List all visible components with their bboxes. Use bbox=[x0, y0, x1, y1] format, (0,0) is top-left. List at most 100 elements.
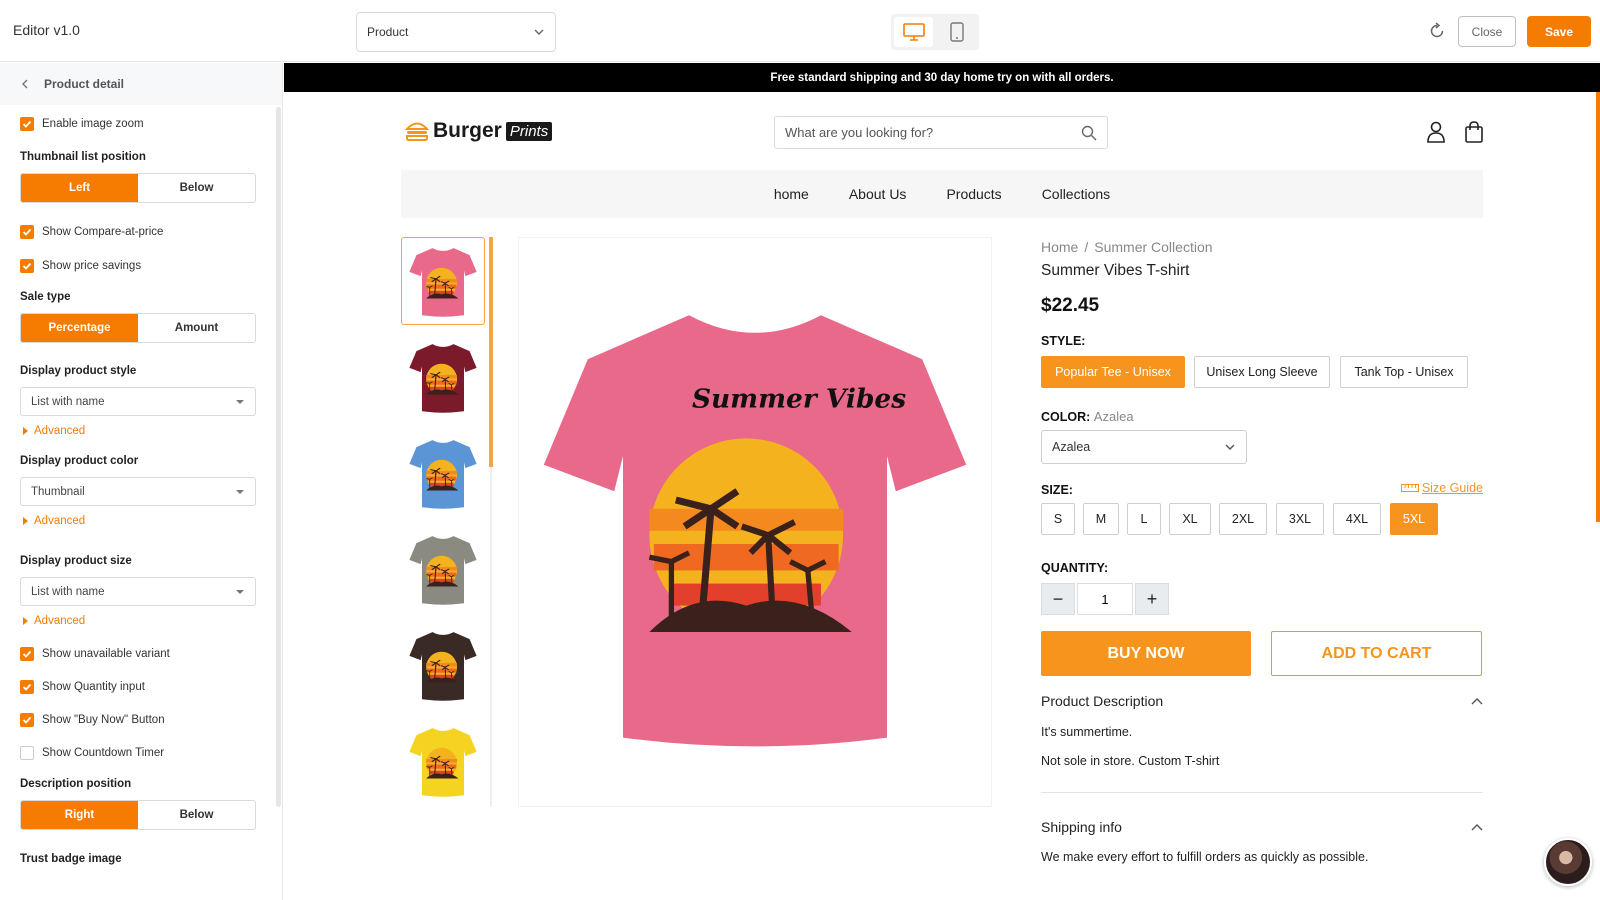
product-thumbnail[interactable] bbox=[401, 237, 485, 325]
show-quantity-input-option[interactable]: Show Quantity input bbox=[20, 680, 145, 694]
show-buy-now-checkbox[interactable] bbox=[20, 713, 34, 727]
mobile-view-button[interactable] bbox=[937, 17, 976, 47]
style-option-popular-tee[interactable]: Popular Tee - Unisex bbox=[1041, 356, 1185, 388]
mobile-icon bbox=[949, 22, 964, 42]
display-style-dropdown[interactable]: List with name bbox=[20, 387, 256, 416]
caret-down-icon bbox=[236, 489, 244, 494]
show-quantity-input-checkbox[interactable] bbox=[20, 680, 34, 694]
page-type-select[interactable]: Product bbox=[356, 12, 556, 52]
breadcrumb-home[interactable]: Home bbox=[1041, 239, 1078, 255]
buy-now-button[interactable]: BUY NOW bbox=[1041, 631, 1251, 676]
product-thumbnail[interactable] bbox=[401, 333, 485, 421]
size-option-xl[interactable]: XL bbox=[1169, 503, 1211, 535]
display-size-value: List with name bbox=[31, 585, 105, 598]
show-countdown-timer-checkbox[interactable] bbox=[20, 746, 34, 760]
show-compare-price-checkbox[interactable] bbox=[20, 225, 34, 239]
size-option-3xl[interactable]: 3XL bbox=[1276, 503, 1324, 535]
burger-logo-icon bbox=[405, 122, 429, 141]
show-price-savings-checkbox[interactable] bbox=[20, 259, 34, 273]
shipping-accordion-header[interactable]: Shipping info bbox=[1041, 819, 1483, 835]
brand-tag: Prints bbox=[505, 121, 553, 141]
shirt-graphic-shape bbox=[671, 583, 821, 606]
trust-badge-label: Trust badge image bbox=[20, 853, 122, 865]
store-logo[interactable]: Burger Prints bbox=[405, 119, 553, 143]
editor-topbar: Editor v1.0 Product Close Save bbox=[0, 0, 1600, 62]
main-product-image[interactable]: Summer Vibes bbox=[518, 237, 992, 807]
quantity-input[interactable] bbox=[1077, 583, 1133, 615]
show-buy-now-option[interactable]: Show "Buy Now" Button bbox=[20, 713, 165, 727]
show-price-savings-option[interactable]: Show price savings bbox=[20, 259, 141, 273]
display-color-dropdown[interactable]: Thumbnail bbox=[20, 477, 256, 506]
reset-button[interactable] bbox=[1424, 18, 1450, 44]
show-compare-price-option[interactable]: Show Compare-at-price bbox=[20, 225, 163, 239]
size-option-l[interactable]: L bbox=[1127, 503, 1161, 535]
color-selected-value: Azalea bbox=[1093, 409, 1134, 424]
size-option-s[interactable]: S bbox=[1041, 503, 1075, 535]
shipping-title: Shipping info bbox=[1041, 819, 1122, 835]
sale-type-amount[interactable]: Amount bbox=[138, 314, 255, 342]
display-size-dropdown[interactable]: List with name bbox=[20, 577, 256, 606]
quantity-increase-button[interactable]: + bbox=[1135, 583, 1169, 615]
product-title: Summer Vibes T-shirt bbox=[1041, 262, 1190, 279]
show-quantity-input-label: Show Quantity input bbox=[42, 681, 145, 693]
chevron-down-icon bbox=[1225, 444, 1235, 450]
size-option-5xl[interactable]: 5XL bbox=[1390, 503, 1438, 535]
shopping-bag-icon[interactable] bbox=[1464, 121, 1484, 143]
display-color-advanced[interactable]: Advanced bbox=[23, 515, 85, 527]
back-icon[interactable] bbox=[20, 79, 30, 89]
sidebar-title: Product detail bbox=[44, 77, 125, 91]
show-unavailable-variant-option[interactable]: Show unavailable variant bbox=[20, 647, 170, 661]
show-countdown-timer-option[interactable]: Show Countdown Timer bbox=[20, 746, 164, 760]
product-thumbnail[interactable] bbox=[401, 621, 485, 709]
style-option-tank-top[interactable]: Tank Top - Unisex bbox=[1340, 356, 1468, 388]
enable-image-zoom-option[interactable]: Enable image zoom bbox=[20, 117, 144, 131]
breadcrumb-collection[interactable]: Summer Collection bbox=[1094, 239, 1212, 255]
preview-scrollbar[interactable] bbox=[1596, 92, 1600, 522]
breadcrumb-separator: / bbox=[1084, 239, 1089, 255]
desktop-icon bbox=[902, 23, 925, 41]
product-thumbnail[interactable] bbox=[401, 525, 485, 613]
nav-products[interactable]: Products bbox=[946, 186, 1001, 202]
display-style-advanced[interactable]: Advanced bbox=[23, 425, 85, 437]
description-position-right[interactable]: Right bbox=[21, 801, 138, 829]
nav-home[interactable]: home bbox=[774, 186, 809, 202]
shirt-graphic-shape bbox=[429, 386, 454, 391]
product-thumbnail[interactable] bbox=[401, 717, 485, 805]
search-icon[interactable] bbox=[1081, 125, 1097, 141]
size-guide-link[interactable]: Size Guide bbox=[1400, 481, 1483, 495]
thumbnail-position-segment: Left Below bbox=[20, 173, 256, 203]
size-guide-label: Size Guide bbox=[1421, 481, 1483, 495]
size-option-m[interactable]: M bbox=[1083, 503, 1119, 535]
enable-image-zoom-checkbox[interactable] bbox=[20, 117, 34, 131]
sale-type-percentage[interactable]: Percentage bbox=[21, 314, 138, 342]
add-to-cart-button[interactable]: ADD TO CART bbox=[1271, 631, 1482, 676]
color-dropdown[interactable]: Azalea bbox=[1041, 430, 1247, 464]
save-button[interactable]: Save bbox=[1527, 16, 1591, 47]
store-search-input[interactable] bbox=[785, 125, 1055, 140]
thumbnail-position-below[interactable]: Below bbox=[138, 174, 255, 202]
nav-about-us[interactable]: About Us bbox=[849, 186, 907, 202]
tshirt-thumbnail-image bbox=[409, 728, 477, 797]
support-chat-avatar[interactable] bbox=[1544, 838, 1592, 886]
desktop-view-button[interactable] bbox=[894, 17, 933, 47]
style-option-long-sleeve[interactable]: Unisex Long Sleeve bbox=[1194, 356, 1330, 388]
description-position-below[interactable]: Below bbox=[138, 801, 255, 829]
tshirt-thumbnail-image bbox=[409, 440, 477, 509]
tshirt-thumbnail-image bbox=[409, 248, 477, 317]
shirt-graphic-shape bbox=[429, 482, 454, 487]
display-size-advanced[interactable]: Advanced bbox=[23, 615, 85, 627]
user-account-icon[interactable] bbox=[1426, 121, 1446, 143]
thumbnail-position-left[interactable]: Left bbox=[21, 174, 138, 202]
quantity-decrease-button[interactable]: − bbox=[1041, 583, 1075, 615]
size-option-4xl[interactable]: 4XL bbox=[1333, 503, 1381, 535]
close-button[interactable]: Close bbox=[1458, 16, 1516, 47]
show-unavailable-variant-checkbox[interactable] bbox=[20, 647, 34, 661]
description-accordion-header[interactable]: Product Description bbox=[1041, 693, 1483, 709]
product-thumbnail[interactable] bbox=[401, 429, 485, 517]
sidebar-scrollbar[interactable] bbox=[276, 107, 281, 807]
thumbnail-scroll-indicator[interactable] bbox=[489, 237, 493, 467]
size-option-2xl[interactable]: 2XL bbox=[1219, 503, 1267, 535]
display-style-value: List with name bbox=[31, 395, 105, 408]
nav-collections[interactable]: Collections bbox=[1042, 186, 1110, 202]
check-icon bbox=[22, 683, 32, 691]
